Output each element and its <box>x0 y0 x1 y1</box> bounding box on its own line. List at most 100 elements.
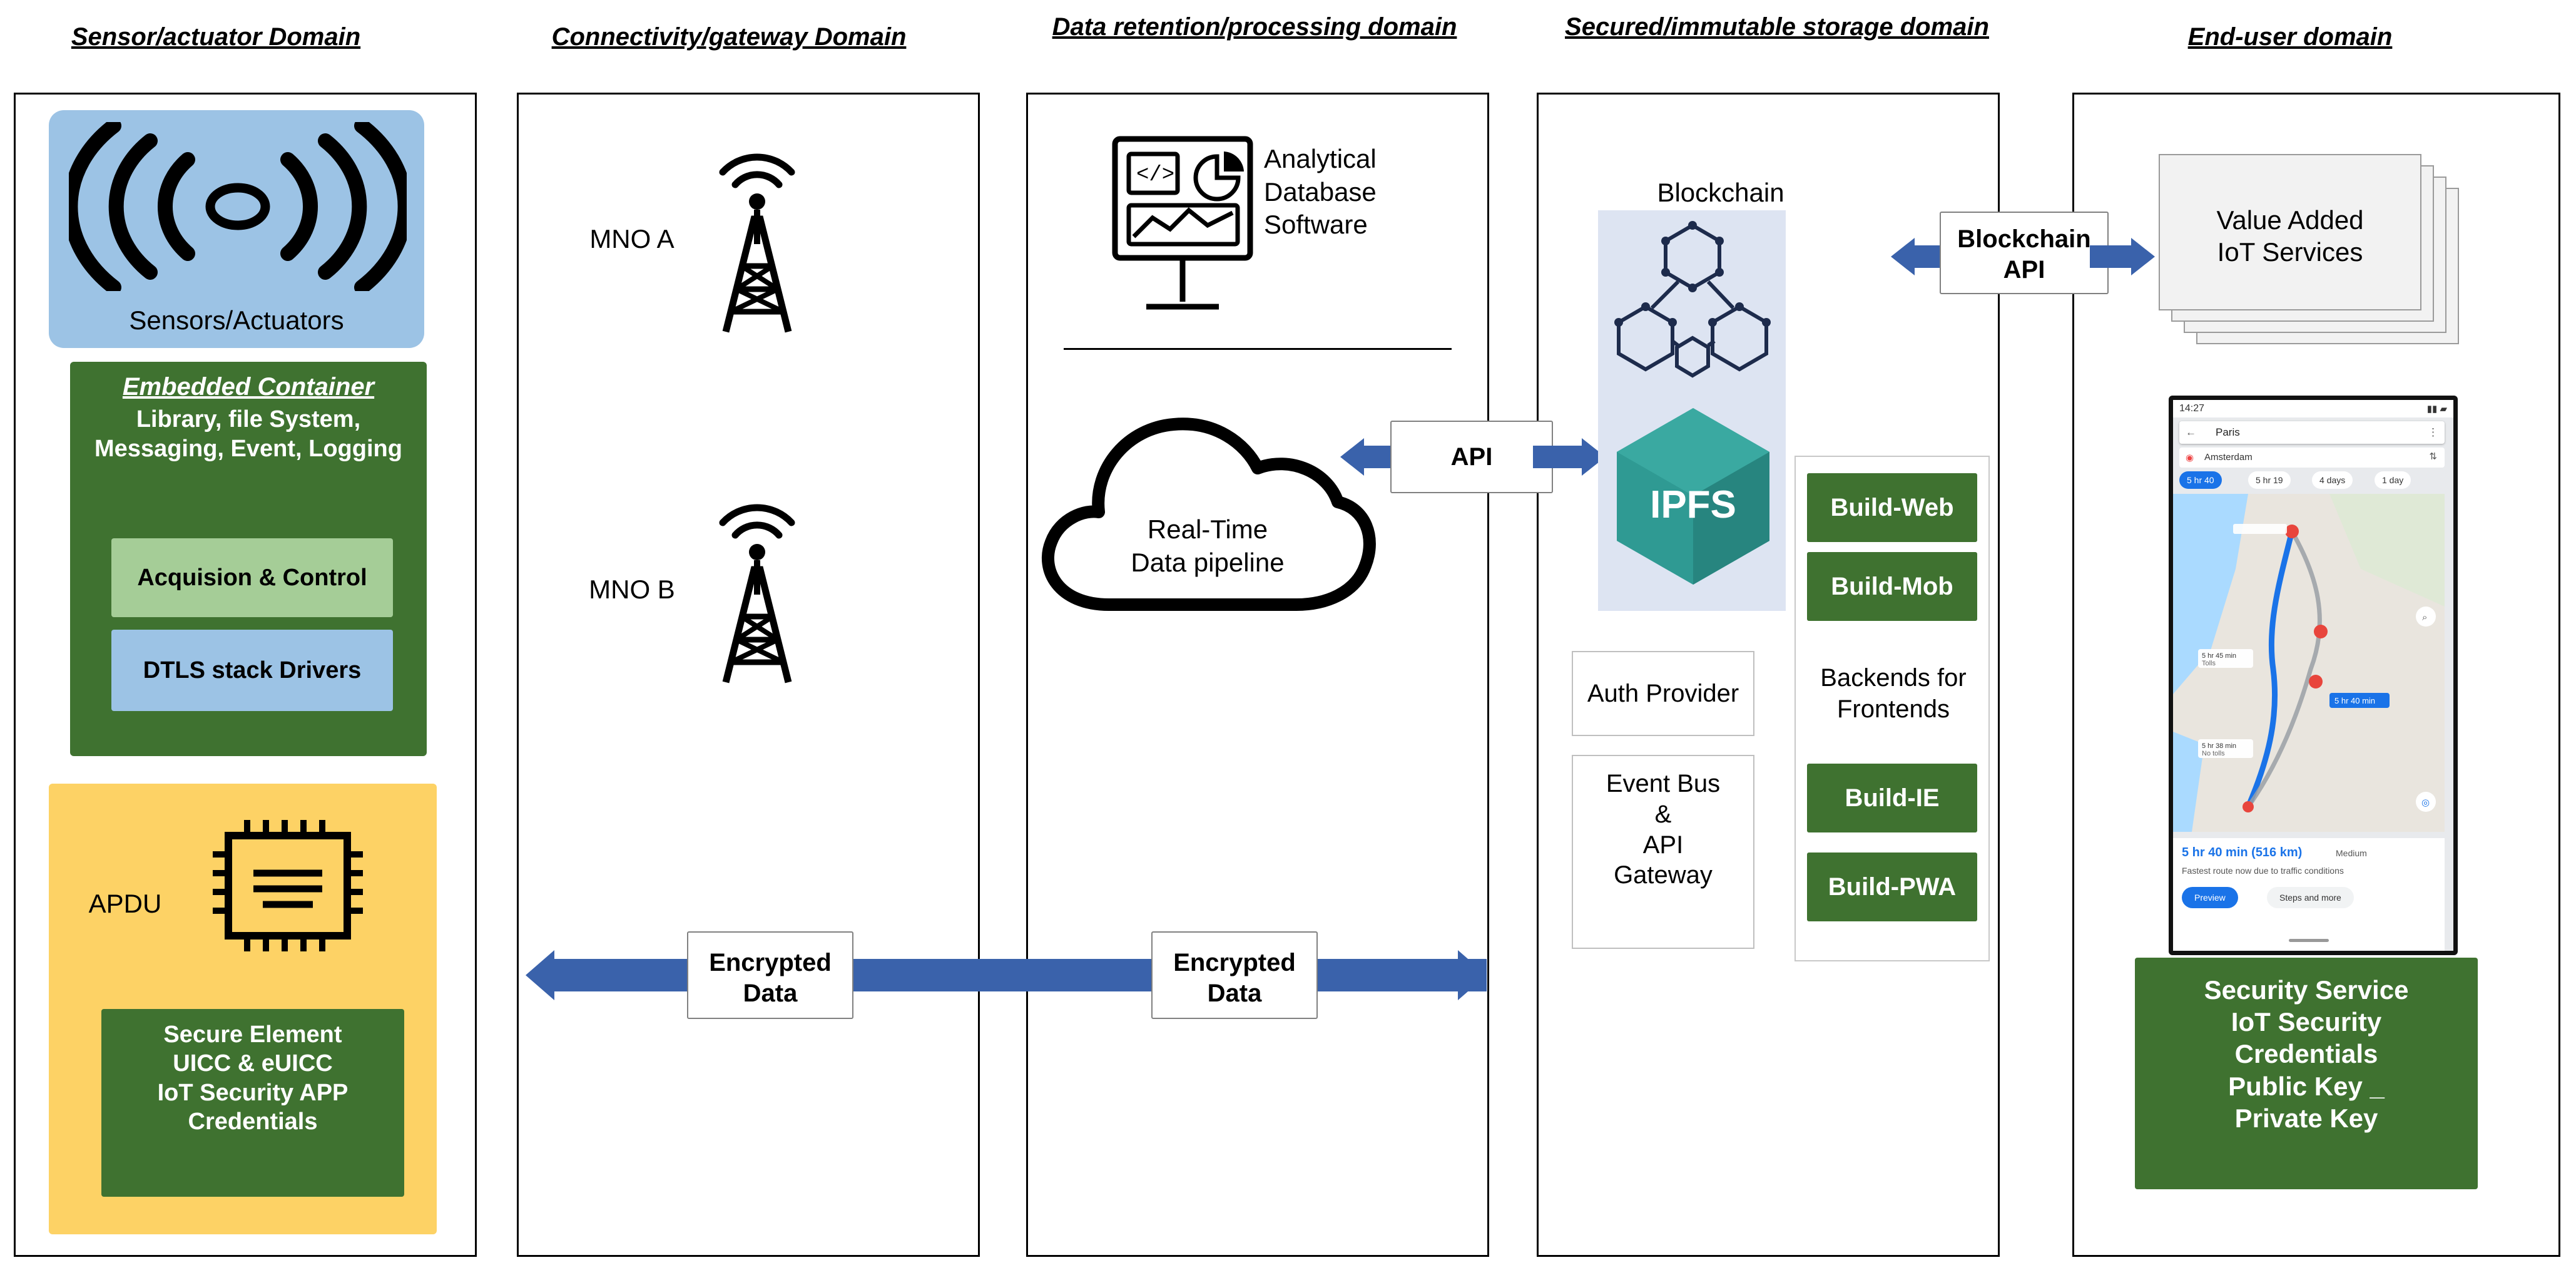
encrypted-data-2-line-0: Encrypted <box>1173 949 1296 976</box>
secure-element-line-1: UICC & eUICC <box>173 1050 333 1077</box>
route-chip-2[interactable]: 4 days <box>2312 471 2353 489</box>
map-canvas[interactable]: 5 hr 40 min 5 hr 45 min Tolls 5 hr 38 mi… <box>2173 494 2445 832</box>
route-mode-chips[interactable]: 5 hr 40 5 hr 19 4 days 1 day <box>2179 471 2445 491</box>
back-arrow-icon[interactable]: ← <box>2186 426 2196 439</box>
encrypted-data-label-1[interactable]: Encrypted Data <box>687 931 853 1019</box>
security-service-line-1: IoT Security <box>2231 1007 2382 1037</box>
secure-element-box: Secure Element UICC & eUICC IoT Security… <box>101 1009 404 1197</box>
wireless-waves-icon <box>69 122 407 291</box>
analytical-db-line-1: Database <box>1264 177 1377 207</box>
column-title-connectivity: Connectivity/gateway Domain <box>551 23 907 51</box>
traffic-level-label: Medium <box>2336 848 2367 858</box>
encrypted-data-1-line-0: Encrypted <box>709 949 832 976</box>
cloud-shape-icon <box>1034 398 1384 617</box>
event-bus-box: Event Bus & API Gateway <box>1572 755 1754 949</box>
data-domain-divider <box>1064 348 1452 350</box>
analytical-db-line-0: Analytical <box>1264 144 1377 173</box>
blockchain-api-label[interactable]: Blockchain API <box>1940 212 2109 294</box>
auth-provider-label: Auth Provider <box>1587 679 1739 707</box>
column-title-sensor: Sensor/actuator Domain <box>71 23 361 51</box>
encrypted-arrow-right-head <box>1458 950 1487 1000</box>
secure-element-line-2: IoT Security APP <box>157 1079 349 1106</box>
route-summary-text: 5 hr 40 min (516 km) <box>2182 846 2303 859</box>
map-origin-value: Amsterdam <box>2204 452 2253 463</box>
svg-text:No tolls: No tolls <box>2202 750 2225 757</box>
svg-text:</>: </> <box>1136 163 1174 187</box>
build-pwa-button[interactable]: Build-PWA <box>1807 853 1977 921</box>
swap-route-icon[interactable]: ⇅ <box>2429 451 2437 462</box>
map-search-bar[interactable]: ← Paris ⋮ <box>2179 421 2445 444</box>
encrypted-data-label-2[interactable]: Encrypted Data <box>1151 931 1318 1019</box>
route-chip-1[interactable]: 5 hr 19 <box>2248 471 2291 489</box>
svg-text:◎: ◎ <box>2421 797 2430 808</box>
svg-text:Tolls: Tolls <box>2202 660 2216 667</box>
panel-data-domain <box>1026 93 1489 1257</box>
column-title-data: Data retention/processing domain <box>1052 13 1457 41</box>
embedded-container-body: Library, file System, Messaging, Event, … <box>94 406 402 462</box>
secure-element-line-0: Secure Element <box>163 1022 342 1048</box>
build-web-button[interactable]: Build-Web <box>1807 473 1977 542</box>
encrypted-data-2-line-1: Data <box>1207 979 1262 1007</box>
value-added-line-0: Value Added <box>2216 205 2364 235</box>
event-bus-line-2: API <box>1642 831 1684 859</box>
backends-title-line-0: Backends for <box>1820 664 1967 692</box>
api-arrow-left-head <box>1340 438 1364 476</box>
api-label[interactable]: API <box>1390 421 1553 493</box>
home-indicator <box>2289 939 2329 942</box>
blockchain-nodes-icon <box>1608 213 1777 401</box>
security-service-line-3: Public Key _ <box>2228 1071 2385 1101</box>
security-service-line-0: Security Service <box>2204 975 2409 1005</box>
origin-pin-icon: ◉ <box>2186 453 2194 463</box>
preview-button[interactable]: Preview <box>2182 887 2238 908</box>
traffic-note: Fastest route now due to traffic conditi… <box>2182 866 2344 876</box>
sensors-actuators-label: Sensors/Actuators <box>129 305 344 335</box>
analytical-monitor-icon: </> <box>1107 131 1258 332</box>
secure-element-line-3: Credentials <box>188 1109 318 1135</box>
map-destination-value: Paris <box>2216 426 2240 438</box>
dtls-stack-box: DTLS stack Drivers <box>111 630 393 711</box>
encrypted-arrow-left-head <box>526 950 554 1000</box>
auth-provider-box: Auth Provider <box>1572 651 1754 736</box>
build-ie-button[interactable]: Build-IE <box>1807 764 1977 832</box>
mno-b-label: MNO B <box>589 575 675 604</box>
analytical-db-label: Analytical Database Software <box>1264 143 1464 242</box>
steps-and-more-button[interactable]: Steps and more <box>2267 887 2354 908</box>
chip-icon <box>194 807 382 964</box>
blockchain-api-arrow-left-head <box>1891 238 1915 275</box>
value-added-card: Value Added IoT Services <box>2159 154 2421 310</box>
route-chip-0[interactable]: 5 hr 40 <box>2179 471 2222 489</box>
column-title-enduser: End-user domain <box>2187 23 2393 51</box>
apdu-label: APDU <box>88 889 162 918</box>
build-mob-button[interactable]: Build-Mob <box>1807 552 1977 621</box>
event-bus-line-3: Gateway <box>1614 861 1713 889</box>
svg-text:5 hr 45 min: 5 hr 45 min <box>2202 652 2236 660</box>
backends-title-line-1: Frontends <box>1836 695 1950 723</box>
pipeline-label: Real-Time Data pipeline <box>1064 513 1352 579</box>
svg-text:5 hr 40 min: 5 hr 40 min <box>2334 696 2375 705</box>
blockchain-api-line-1: API <box>2003 255 2045 284</box>
phone-status-bar: 14:27 ▮▮ ▰ <box>2173 400 2453 417</box>
diagram-canvas: Sensor/actuator Domain Connectivity/gate… <box>0 0 2576 1275</box>
analytical-db-line-2: Software <box>1264 210 1368 239</box>
security-service-line-4: Private Key <box>2234 1103 2378 1133</box>
pipeline-line-1: Data pipeline <box>1131 547 1285 577</box>
mno-a-label: MNO A <box>589 224 675 253</box>
svg-text:⌕: ⌕ <box>2422 612 2427 623</box>
api-arrow-right-bar <box>1533 446 1589 468</box>
more-options-icon[interactable]: ⋮ <box>2428 426 2438 439</box>
security-service-box: Security Service IoT Security Credential… <box>2135 958 2478 1189</box>
embedded-container-title: Embedded Container <box>122 373 375 401</box>
route-chip-3[interactable]: 1 day <box>2375 471 2411 489</box>
phone-clock: 14:27 <box>2179 403 2205 414</box>
event-bus-line-0: Event Bus <box>1606 770 1721 797</box>
security-service-line-2: Credentials <box>2234 1039 2378 1069</box>
backends-title: Backends for Frontends <box>1800 662 1987 725</box>
svg-text:5 hr 38 min: 5 hr 38 min <box>2202 742 2236 750</box>
blockchain-label: Blockchain <box>1657 178 1784 207</box>
ipfs-label: IPFS <box>1650 483 1736 526</box>
blockchain-api-arrow-right-head <box>2131 238 2155 275</box>
pipeline-line-0: Real-Time <box>1147 515 1268 544</box>
blockchain-api-line-0: Blockchain <box>1957 225 2091 253</box>
route-summary-sheet: 5 hr 40 min (516 km) Medium Fastest rout… <box>2173 838 2445 951</box>
map-origin-row[interactable]: ◉ Amsterdam ⇅ <box>2179 448 2445 468</box>
